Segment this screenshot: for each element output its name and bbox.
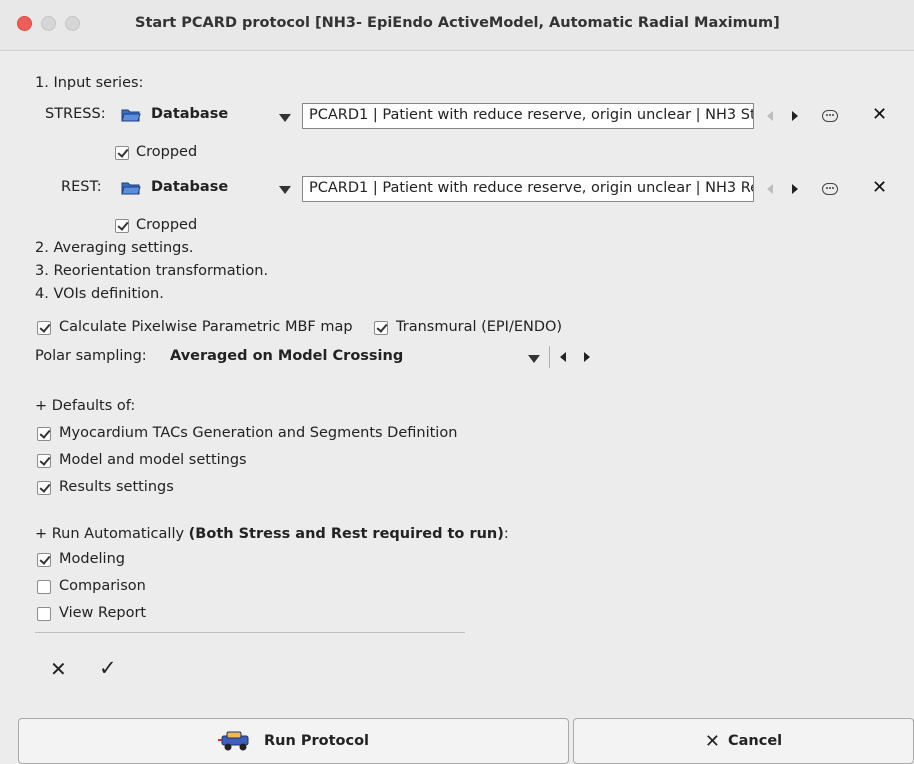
rest-next-icon[interactable] [792, 184, 798, 194]
step-reorientation[interactable]: 3. Reorientation transformation. [35, 263, 268, 279]
step-vois[interactable]: 4. VOIs definition. [35, 286, 164, 302]
cancel-x-icon: ✕ [704, 730, 720, 752]
window-title: Start PCARD protocol [NH3- EpiEndo Activ… [135, 15, 780, 31]
stress-clear-icon[interactable]: ✕ [872, 104, 887, 125]
run-comparison-label: Comparison [59, 578, 146, 594]
stress-series-field[interactable]: PCARD1 | Patient with reduce reserve, or… [302, 103, 754, 129]
rest-more-icon[interactable] [822, 183, 838, 195]
separator [35, 632, 465, 633]
transmural-checkbox[interactable] [374, 321, 388, 335]
stress-more-icon[interactable] [822, 110, 838, 122]
defaults-results-label: Results settings [59, 479, 174, 495]
rest-source-dropdown-icon[interactable] [279, 186, 291, 194]
rest-cropped-label: Cropped [136, 217, 198, 233]
defaults-model-label: Model and model settings [59, 452, 247, 468]
run-auto-heading: + Run Automatically (Both Stress and Res… [35, 526, 509, 542]
run-modeling-label: Modeling [59, 551, 125, 567]
title-bar: Start PCARD protocol [NH3- EpiEndo Activ… [0, 0, 914, 51]
calc-mbf-label: Calculate Pixelwise Parametric MBF map [59, 319, 353, 335]
stress-cropped-checkbox[interactable] [115, 146, 129, 160]
rest-prev-icon[interactable] [767, 184, 773, 194]
cancel-label: Cancel [727, 733, 783, 749]
rest-clear-icon[interactable]: ✕ [872, 177, 887, 198]
database-folder-icon [121, 109, 141, 122]
rest-series-field[interactable]: PCARD1 | Patient with reduce reserve, or… [302, 176, 754, 202]
minimize-window-button[interactable] [41, 16, 56, 31]
rest-source-label[interactable]: Database [151, 179, 228, 195]
cancel-button[interactable]: ✕ Cancel [573, 718, 914, 764]
polar-sampling-value[interactable]: Averaged on Model Crossing [170, 348, 403, 364]
run-auto-heading-bold: (Both Stress and Rest required to run) [188, 526, 504, 542]
cancel-icon[interactable]: ✕ [50, 657, 67, 681]
polar-sampling-dropdown-icon[interactable] [528, 355, 540, 363]
run-modeling-checkbox[interactable] [37, 553, 51, 567]
defaults-tacs-label: Myocardium TACs Generation and Segments … [59, 425, 458, 441]
stress-prev-icon[interactable] [767, 111, 773, 121]
polar-next-icon[interactable] [584, 352, 590, 362]
zoom-window-button[interactable] [65, 16, 80, 31]
run-auto-heading-prefix: + Run Automatically [35, 526, 189, 542]
car-icon [217, 731, 249, 751]
step-averaging[interactable]: 2. Averaging settings. [35, 240, 194, 256]
polar-sampling-label: Polar sampling: [35, 348, 147, 364]
run-comparison-checkbox[interactable] [37, 580, 51, 594]
run-view-report-label: View Report [59, 605, 147, 621]
input-series-heading: 1. Input series: [35, 75, 144, 91]
run-protocol-button[interactable]: Run Protocol [18, 718, 569, 764]
ok-icon[interactable]: ✓ [99, 656, 117, 680]
run-view-report-checkbox[interactable] [37, 607, 51, 621]
stress-cropped-label: Cropped [136, 144, 198, 160]
defaults-model-checkbox[interactable] [37, 454, 51, 468]
polar-prev-icon[interactable] [560, 352, 566, 362]
defaults-heading: + Defaults of: [35, 398, 136, 414]
calc-mbf-checkbox[interactable] [37, 321, 51, 335]
rest-label: REST: [61, 179, 102, 195]
run-auto-heading-suffix: : [503, 526, 509, 542]
transmural-label: Transmural (EPI/ENDO) [396, 319, 563, 335]
database-folder-icon [121, 182, 141, 195]
stress-source-label[interactable]: Database [151, 106, 228, 122]
close-window-button[interactable] [17, 16, 32, 31]
defaults-tacs-checkbox[interactable] [37, 427, 51, 441]
divider [549, 346, 550, 368]
rest-cropped-checkbox[interactable] [115, 219, 129, 233]
stress-label: STRESS: [45, 106, 106, 122]
stress-next-icon[interactable] [792, 111, 798, 121]
defaults-results-checkbox[interactable] [37, 481, 51, 495]
run-protocol-label: Run Protocol [263, 733, 370, 749]
stress-source-dropdown-icon[interactable] [279, 114, 291, 122]
